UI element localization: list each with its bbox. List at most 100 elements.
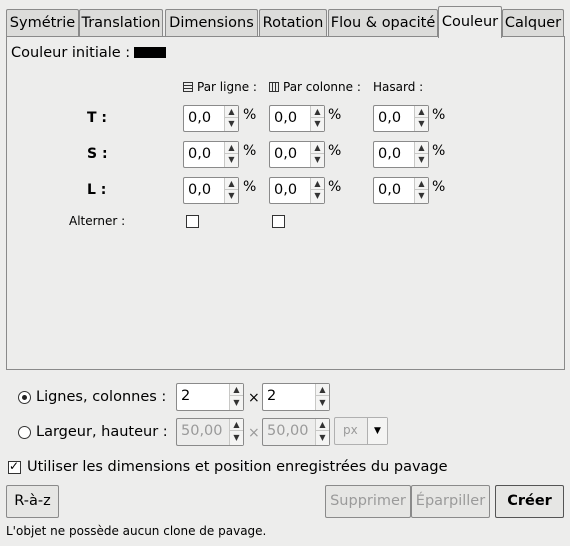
increment-icon[interactable]: ▲ [415,142,428,154]
lightness-per-row-spinner[interactable]: 0,0 ▲ ▼ [183,177,239,204]
tab-dimensions[interactable]: Dimensions [165,9,258,37]
unit-select[interactable]: px ▼ [334,417,388,445]
tab-translation-label: Translation [81,15,161,31]
tab-trace[interactable]: Calquer [502,9,564,37]
lightness-random-value[interactable]: 0,0 [378,182,401,198]
saturation-per-column-value[interactable]: 0,0 [274,146,297,162]
hue-per-row-value[interactable]: 0,0 [188,110,211,126]
percent-sign: % [243,179,257,195]
lightness-row-label: L : [87,182,107,198]
decrement-icon[interactable]: ▼ [230,432,243,444]
rows-value[interactable]: 2 [181,388,190,404]
decrement-icon[interactable]: ▼ [230,397,243,409]
reset-button-label: R-à-z [14,493,51,509]
percent-sign: % [432,107,446,123]
saturation-random-spinner[interactable]: 0,0 ▲ ▼ [373,141,429,168]
decrement-icon[interactable]: ▼ [316,397,329,409]
alternate-per-column-checkbox[interactable] [272,215,285,228]
saturation-per-row-value[interactable]: 0,0 [188,146,211,162]
hue-random-spinner[interactable]: 0,0 ▲ ▼ [373,105,429,132]
increment-icon[interactable]: ▲ [225,142,238,154]
width-spinner[interactable]: 50,00 ▲ ▼ [176,418,244,446]
tab-dimensions-label: Dimensions [169,15,254,31]
delete-button[interactable]: Supprimer [325,485,411,518]
scatter-button-label: Éparpiller [415,493,486,509]
decrement-icon[interactable]: ▼ [225,190,238,202]
width-value[interactable]: 50,00 [181,423,223,439]
tab-rotation[interactable]: Rotation [259,9,327,37]
increment-icon[interactable]: ▲ [225,106,238,118]
decrement-icon[interactable]: ▼ [311,190,324,202]
lightness-per-column-value[interactable]: 0,0 [274,182,297,198]
create-button[interactable]: Créer [495,485,564,518]
hue-per-row-spinner[interactable]: 0,0 ▲ ▼ [183,105,239,132]
reset-button[interactable]: R-à-z [6,485,59,518]
tab-bar: Symétrie Translation Dimensions Rotation… [6,6,564,38]
columns-icon [269,82,279,92]
saturation-row-label: S : [87,146,108,162]
height-spinner[interactable]: 50,00 ▲ ▼ [262,418,330,446]
decrement-icon[interactable]: ▼ [415,190,428,202]
height-value[interactable]: 50,00 [267,423,309,439]
tab-trace-label: Calquer [504,15,562,31]
hue-per-column-value[interactable]: 0,0 [274,110,297,126]
decrement-icon[interactable]: ▼ [311,118,324,130]
initial-color-label: Couleur initiale : [11,45,131,61]
tab-blur-opacity[interactable]: Flou & opacité [328,9,438,37]
chevron-down-icon[interactable]: ▼ [367,418,387,444]
per-row-label: Par ligne : [197,80,257,94]
hue-random-value[interactable]: 0,0 [378,110,401,126]
per-column-label: Par colonne : [283,80,361,94]
percent-sign: % [328,179,342,195]
increment-icon[interactable]: ▲ [311,106,324,118]
decrement-icon[interactable]: ▼ [225,154,238,166]
increment-icon[interactable]: ▲ [230,419,243,431]
increment-icon[interactable]: ▲ [316,419,329,431]
tab-symmetry[interactable]: Symétrie [6,9,79,37]
decrement-icon[interactable]: ▼ [225,118,238,130]
saturation-per-row-spinner[interactable]: 0,0 ▲ ▼ [183,141,239,168]
increment-icon[interactable]: ▲ [230,384,243,396]
tab-blur-opacity-label: Flou & opacité [330,15,436,31]
tab-color[interactable]: Couleur [438,6,502,38]
decrement-icon[interactable]: ▼ [311,154,324,166]
percent-sign: % [243,107,257,123]
decrement-icon[interactable]: ▼ [316,432,329,444]
columns-value[interactable]: 2 [267,388,276,404]
per-column-header: Par colonne : [269,80,361,94]
tab-translation[interactable]: Translation [79,9,163,37]
decrement-icon[interactable]: ▼ [415,118,428,130]
decrement-icon[interactable]: ▼ [415,154,428,166]
hue-per-column-spinner[interactable]: 0,0 ▲ ▼ [269,105,325,132]
scatter-button[interactable]: Éparpiller [411,485,490,518]
initial-color-swatch[interactable] [134,47,166,58]
alternate-per-row-checkbox[interactable] [186,215,199,228]
increment-icon[interactable]: ▲ [316,384,329,396]
increment-icon[interactable]: ▲ [415,178,428,190]
percent-sign: % [328,143,342,159]
percent-sign: % [432,143,446,159]
rows-columns-radio[interactable] [18,391,31,404]
use-saved-checkbox[interactable] [8,459,21,474]
saturation-per-column-spinner[interactable]: 0,0 ▲ ▼ [269,141,325,168]
tab-rotation-label: Rotation [262,15,324,31]
delete-button-label: Supprimer [330,493,406,509]
lightness-per-column-spinner[interactable]: 0,0 ▲ ▼ [269,177,325,204]
rows-columns-label: Lignes, colonnes : [36,389,167,405]
unit-value: px [343,423,358,437]
random-label: Hasard : [373,80,424,94]
color-panel: Couleur initiale : Par ligne : Par colon… [6,36,565,370]
width-height-radio[interactable] [18,426,31,439]
create-button-label: Créer [507,493,552,509]
increment-icon[interactable]: ▲ [415,106,428,118]
lightness-random-spinner[interactable]: 0,0 ▲ ▼ [373,177,429,204]
increment-icon[interactable]: ▲ [311,142,324,154]
lightness-per-row-value[interactable]: 0,0 [188,182,211,198]
alternate-label: Alterner : [69,214,126,228]
times-sign: × [248,425,260,441]
increment-icon[interactable]: ▲ [225,178,238,190]
saturation-random-value[interactable]: 0,0 [378,146,401,162]
rows-spinner[interactable]: 2 ▲ ▼ [176,383,244,411]
columns-spinner[interactable]: 2 ▲ ▼ [262,383,330,411]
increment-icon[interactable]: ▲ [311,178,324,190]
